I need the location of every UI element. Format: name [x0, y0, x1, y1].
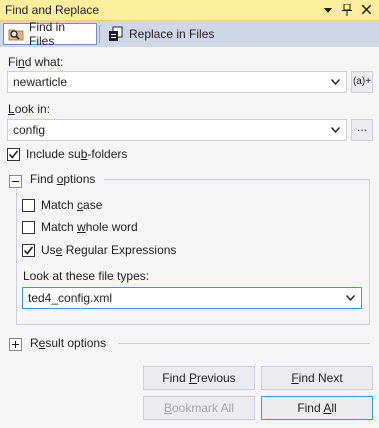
pin-icon[interactable]	[339, 2, 355, 18]
group-border-left	[16, 189, 17, 325]
match-whole-word-checkbox[interactable]: Match whole word	[22, 220, 138, 234]
chevron-down-icon[interactable]	[343, 288, 359, 308]
tab-find-in-files[interactable]: Find in Files	[3, 20, 97, 48]
find-options-collapse-toggle[interactable]	[9, 175, 22, 188]
title-bar: Find and Replace	[0, 0, 379, 21]
include-subfolders-checkbox[interactable]: Include sub-folders	[7, 147, 127, 161]
find-in-files-icon	[8, 26, 24, 42]
checkbox-box[interactable]	[7, 147, 20, 161]
plus-icon-vertical	[15, 341, 16, 348]
close-icon[interactable]	[358, 2, 374, 18]
tab-separator	[99, 25, 100, 43]
browse-button[interactable]: ...	[351, 119, 373, 141]
file-types-value[interactable]: ted4_config.xml	[28, 291, 112, 305]
match-case-label: Match case	[41, 198, 103, 212]
tab-replace-in-files[interactable]: Replace in Files	[104, 23, 224, 45]
replace-in-files-icon	[108, 26, 124, 42]
mode-tab-bar: Find in Files Replace in Files	[0, 20, 379, 48]
result-options-separator	[118, 343, 370, 344]
group-border-bottom	[16, 324, 370, 325]
find-what-combobox[interactable]: newarticle	[7, 71, 347, 93]
window-title: Find and Replace	[5, 3, 100, 17]
find-what-value[interactable]: newarticle	[13, 75, 67, 89]
look-in-value[interactable]: config	[13, 123, 45, 137]
find-what-label: Find what:	[8, 55, 64, 69]
dropdown-arrow-icon[interactable]	[320, 2, 336, 18]
minus-icon	[12, 181, 19, 182]
bookmark-all-button[interactable]: Bookmark All	[143, 396, 255, 420]
file-types-combobox[interactable]: ted4_config.xml	[22, 287, 362, 309]
result-options-header: Result options	[30, 336, 107, 350]
checkbox-box[interactable]	[22, 220, 35, 234]
regex-builder-button[interactable]: (a)+	[351, 71, 373, 93]
use-regex-label: Use Regular Expressions	[41, 243, 177, 257]
result-options-expand-toggle[interactable]	[9, 338, 22, 351]
chevron-down-icon[interactable]	[328, 72, 344, 92]
find-previous-button[interactable]: Find Previous	[143, 366, 255, 390]
look-in-label: Look in:	[8, 102, 51, 116]
include-subfolders-label: Include sub-folders	[26, 147, 128, 161]
checkbox-box[interactable]	[22, 243, 35, 257]
chevron-down-icon[interactable]	[328, 120, 344, 140]
find-next-button[interactable]: Find Next	[261, 366, 373, 390]
look-in-combobox[interactable]: config	[7, 119, 347, 141]
checkbox-box[interactable]	[22, 198, 35, 212]
match-case-checkbox[interactable]: Match case	[22, 198, 102, 212]
group-border-right	[369, 179, 370, 325]
find-options-header: Find options	[30, 172, 96, 186]
find-all-button[interactable]: Find All	[261, 396, 373, 420]
file-types-label: Look at these file types:	[23, 269, 150, 283]
tab-find-in-files-label: Find in Files	[29, 20, 66, 48]
tab-replace-in-files-label: Replace in Files	[129, 27, 215, 41]
group-separator-line	[104, 179, 370, 180]
use-regex-checkbox[interactable]: Use Regular Expressions	[22, 243, 176, 257]
match-whole-word-label: Match whole word	[41, 220, 138, 234]
